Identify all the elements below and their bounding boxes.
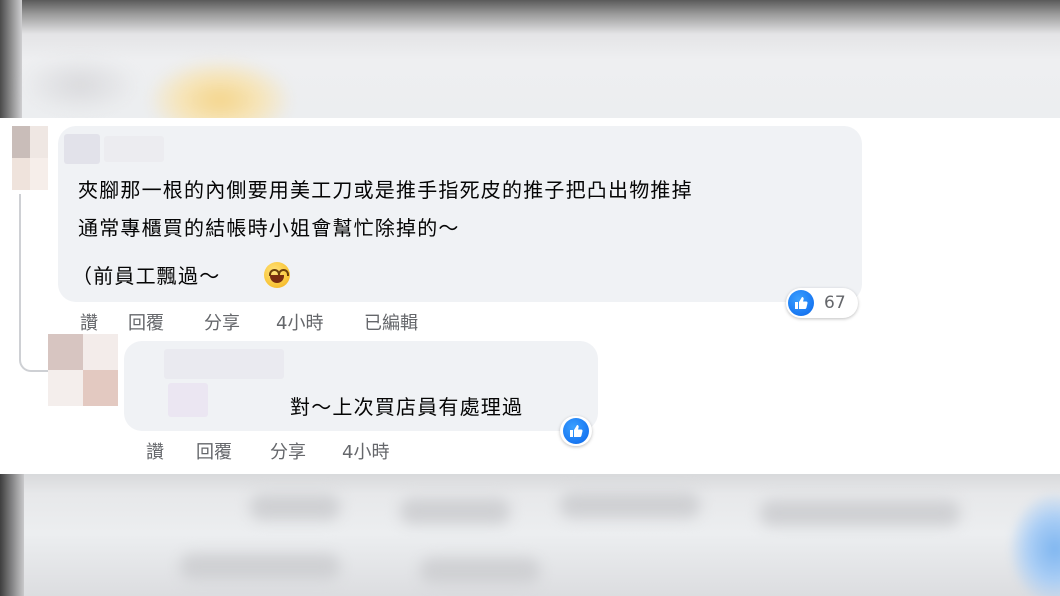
like-button[interactable]: 讚 [80,309,98,335]
blurred-next-content [0,474,1060,596]
commenter-avatar-pixelated[interactable] [12,126,48,190]
blurred-previous-content [0,0,1060,118]
reply-button[interactable]: 回覆 [128,309,164,335]
like-button[interactable]: 讚 [146,438,164,464]
redacted-username [164,349,284,379]
replier-avatar-pixelated[interactable] [48,334,118,406]
reply-bubble: 對～上次買店員有處理過 [124,341,598,431]
redacted-username [64,134,100,164]
edited-label[interactable]: 已編輯 [364,309,418,335]
reply-button[interactable]: 回覆 [196,438,232,464]
share-button[interactable]: 分享 [204,309,240,335]
timestamp[interactable]: 4小時 [342,438,389,464]
comment-text-line-1: 夾腳那一根的內側要用美工刀或是推手指死皮的推子把凸出物推掉 [78,178,693,202]
reply-thread-line [19,194,51,372]
laughing-emoji-icon [264,262,290,288]
share-button[interactable]: 分享 [270,438,306,464]
like-reaction-icon [563,418,589,444]
comment-reaction-summary[interactable]: 67 [786,288,858,318]
comment-bubble: 夾腳那一根的內側要用美工刀或是推手指死皮的推子把凸出物推掉 通常專櫃買的結帳時小… [58,126,862,302]
like-reaction-icon [788,290,814,316]
timestamp[interactable]: 4小時 [276,309,323,335]
reply-actions: 讚 回覆 分享 4小時 [146,438,446,464]
comment-text-line-3: （前員工飄過～ [72,264,221,288]
comment-text-line-2: 通常專櫃買的結帳時小姐會幫忙除掉的～ [78,216,460,240]
reply-reaction-summary[interactable] [560,416,592,446]
reaction-count: 67 [824,293,846,313]
reply-text: 對～上次買店員有處理過 [290,395,524,419]
comment-actions: 讚 回覆 分享 4小時 已編輯 [80,309,460,335]
